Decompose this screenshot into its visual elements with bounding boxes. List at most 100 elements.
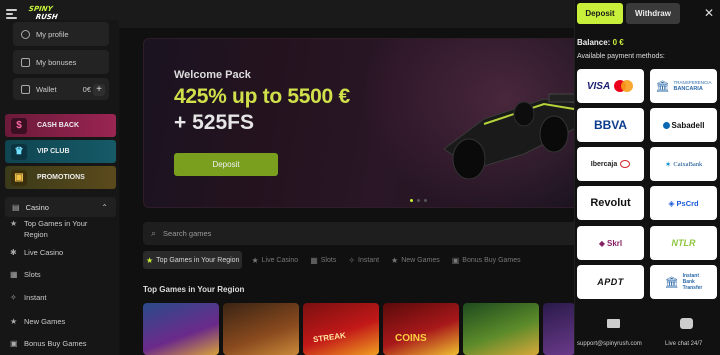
ibercaja-icon xyxy=(620,160,631,168)
game-title: STREAK xyxy=(312,330,347,345)
race-car-image xyxy=(443,93,582,180)
payment-method-bbva[interactable]: BBVA xyxy=(577,108,644,142)
tab-label: Instant xyxy=(358,256,380,264)
tab-new-games[interactable]: ★ New Games xyxy=(388,251,443,269)
visa-label: VISA xyxy=(586,80,611,92)
sidebar-item-bonus-buy[interactable]: ▣ Bonus Buy Games xyxy=(10,338,87,349)
sidebar-item-promotions[interactable]: ▣ PROMOTIONS xyxy=(5,166,116,189)
tab-label: Bonus Buy Games xyxy=(462,256,521,264)
slots-icon: ▦ xyxy=(10,270,18,279)
tab-slots[interactable]: ▦ Slots xyxy=(307,251,339,269)
logo-line1: SPINY xyxy=(28,5,54,13)
hero-banner[interactable]: Welcome Pack 425% up to 5500 € + 525FS D… xyxy=(143,38,583,208)
tab-instant[interactable]: ✧ Instant xyxy=(345,251,382,269)
deposit-tab-button[interactable]: Deposit xyxy=(577,3,623,24)
payment-method-neteller[interactable]: NTLR xyxy=(650,226,717,260)
payment-method-paysafecard[interactable]: ◈ PsCrd xyxy=(650,186,717,220)
support-email-link[interactable]: support@spinyrush.com xyxy=(577,341,642,347)
apdt-label: APDT xyxy=(597,277,624,287)
close-icon[interactable]: ✕ xyxy=(704,6,714,20)
star-icon: ★ xyxy=(10,317,18,326)
payment-method-ibercaja[interactable]: Ibercaja xyxy=(577,147,644,181)
star-icon: ★ xyxy=(146,255,154,265)
sidebar-item-cashback[interactable]: $ CASH BACK xyxy=(5,114,116,137)
revolut-label: Revolut xyxy=(590,197,631,209)
star-icon: ★ xyxy=(10,219,18,228)
tab-top-games[interactable]: ★ Top Games in Your Region xyxy=(143,251,243,269)
gift-box-icon: ▣ xyxy=(11,169,27,186)
sidebar-item-wallet[interactable]: Wallet 0€ + xyxy=(13,78,109,100)
live-chat-link[interactable]: Live chat 24/7 xyxy=(665,341,702,347)
balance-display: Balance: 0 € xyxy=(577,38,624,47)
payment-method-skrill[interactable]: ◆ Skrl xyxy=(577,226,644,260)
pscrd-label: PsCrd xyxy=(676,198,699,208)
top-games-label-2: Region xyxy=(24,230,48,239)
payment-method-apdt[interactable]: APDT xyxy=(577,265,644,299)
transfer-bottom-label: BANCARIA xyxy=(673,86,703,92)
mail-icon[interactable] xyxy=(607,319,620,328)
tab-live-casino[interactable]: ★ Live Casino xyxy=(248,251,301,269)
menu-icon[interactable] xyxy=(6,9,17,19)
sidebar-casino-header[interactable]: ▤ Casino ⌃ xyxy=(5,197,116,217)
sidebar-item-vip-club[interactable]: ♛ VIP CLUB xyxy=(5,140,116,163)
profile-label: My profile xyxy=(36,29,69,39)
sidebar-item-profile[interactable]: My profile xyxy=(13,22,109,46)
sidebar-item-instant[interactable]: ✧ Instant xyxy=(10,292,47,303)
sparkle-icon: ✧ xyxy=(10,293,17,302)
wallet-add-button[interactable]: + xyxy=(93,84,105,96)
slots-label: Slots xyxy=(24,270,41,279)
sidebar-item-top-games[interactable]: ★ Top Games in Your Region xyxy=(10,218,87,240)
wallet-icon xyxy=(21,84,30,94)
promotions-label: PROMOTIONS xyxy=(37,174,85,181)
hero-subtitle: Welcome Pack xyxy=(174,69,251,81)
section-title: Top Games in Your Region xyxy=(143,285,245,294)
carousel-dot[interactable] xyxy=(417,199,420,202)
hero-headline-1a: 425% up to xyxy=(174,85,288,108)
sidebar-item-slots[interactable]: ▦ Slots xyxy=(10,269,41,280)
casino-label: Casino xyxy=(25,202,49,212)
payment-method-bank-transfer[interactable]: 🏛 TRANSFERENCIA BANCARIA xyxy=(650,69,717,103)
payment-method-caixabank[interactable]: ✶ CaixaBank xyxy=(650,147,717,181)
chevron-up-icon: ⌃ xyxy=(101,202,108,212)
wallet-label: Wallet xyxy=(36,84,57,94)
star-logo-icon: ✶ xyxy=(664,159,672,169)
withdraw-tab-button[interactable]: Withdraw xyxy=(626,3,680,24)
vip-label: VIP CLUB xyxy=(37,148,70,155)
tab-label: New Games xyxy=(401,256,440,264)
game-thumbnail[interactable]: STREAK xyxy=(303,303,379,355)
game-thumbnail[interactable] xyxy=(543,303,575,355)
payment-methods-label: Available payment methods: xyxy=(577,53,665,60)
payment-method-instant-bank-transfer[interactable]: 🏛 Instant Bank Transfer xyxy=(650,265,717,299)
paysafe-icon: ◈ xyxy=(668,198,675,208)
skrill-icon: ◆ xyxy=(598,238,606,248)
payment-method-visa-mastercard[interactable]: VISA xyxy=(577,69,644,103)
instant-label: Instant xyxy=(24,293,47,302)
cashback-label: CASH BACK xyxy=(37,122,79,129)
sidebar-item-new-games[interactable]: ★ New Games xyxy=(10,316,65,327)
game-category-tabs: ★ Top Games in Your Region ★ Live Casino ▦… xyxy=(143,251,524,269)
tab-bonus-buy[interactable]: ▣ Bonus Buy Games xyxy=(449,251,524,269)
top-games-label-1: Top Games in Your xyxy=(24,219,88,228)
carousel-dot-active[interactable] xyxy=(410,199,413,202)
bonus-buy-icon: ▣ xyxy=(451,255,460,265)
payment-method-sabadell[interactable]: Sabadell xyxy=(650,108,717,142)
sidebar-item-live-casino[interactable]: ✱ Live Casino xyxy=(10,247,63,258)
payment-method-revolut[interactable]: Revolut xyxy=(577,186,644,220)
instant-label-3: Transfer xyxy=(682,285,703,291)
bank-icon: 🏛 xyxy=(655,80,670,93)
game-thumbnail[interactable] xyxy=(463,303,539,355)
sidebar-item-bonuses[interactable]: My bonuses xyxy=(13,50,109,74)
ntlr-label: NTLR xyxy=(671,238,696,248)
skrl-label: Skrl xyxy=(607,238,623,248)
gift-icon xyxy=(21,57,30,67)
carousel-dot[interactable] xyxy=(424,199,427,202)
caixabank-label: CaixaBank xyxy=(673,160,703,168)
chat-icon[interactable] xyxy=(680,318,693,329)
hero-deposit-button[interactable]: Deposit xyxy=(174,153,278,176)
game-thumbnail[interactable]: COINS xyxy=(383,303,459,355)
game-thumbnail[interactable] xyxy=(143,303,219,355)
search-input[interactable]: ⌕ Search games xyxy=(143,222,583,245)
balance-label: Balance: xyxy=(577,38,613,47)
slots-icon: ▦ xyxy=(310,255,318,265)
game-thumbnail[interactable] xyxy=(223,303,299,355)
